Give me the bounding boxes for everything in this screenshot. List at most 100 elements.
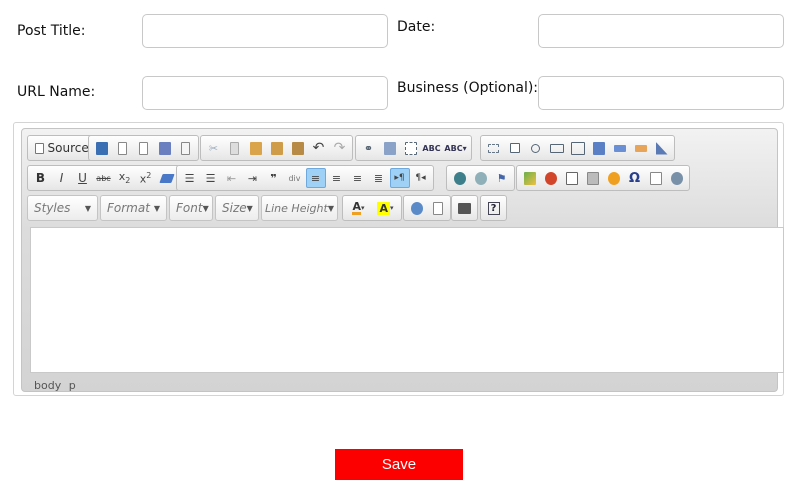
path-body[interactable]: body xyxy=(34,379,61,392)
bulleted-list-button[interactable]: ☰ xyxy=(201,168,221,188)
links-toolbar-group: ⚑ xyxy=(446,165,515,191)
align-center-button[interactable]: ≡ xyxy=(327,168,347,188)
line-height-combo[interactable]: Line Height ▼ xyxy=(261,195,338,221)
font-combo[interactable]: Font ▼ xyxy=(169,195,213,221)
iframe-button[interactable] xyxy=(667,168,687,188)
radio-button[interactable] xyxy=(526,138,546,158)
select-button[interactable] xyxy=(589,138,609,158)
url-name-input[interactable] xyxy=(142,76,388,110)
image-button[interactable] xyxy=(520,168,540,188)
file-toolbar-group xyxy=(88,135,199,161)
size-combo[interactable]: Size ▼ xyxy=(215,195,259,221)
ltr-button[interactable]: ▸¶ xyxy=(389,168,410,188)
editor-content-area[interactable] xyxy=(30,227,784,373)
align-right-button[interactable]: ≡ xyxy=(348,168,368,188)
select-all-button[interactable] xyxy=(401,138,421,158)
show-blocks-button[interactable] xyxy=(428,198,448,218)
superscript-button[interactable]: x2 xyxy=(136,168,156,188)
align-left-button[interactable]: ≡ xyxy=(305,168,326,188)
path-p[interactable]: p xyxy=(69,379,76,392)
smiley-button[interactable] xyxy=(604,168,624,188)
numbered-list-button[interactable]: ☰ xyxy=(180,168,200,188)
doc-props-button[interactable] xyxy=(455,198,475,218)
styles-combo-label: Styles xyxy=(34,201,71,215)
preview-button[interactable] xyxy=(134,138,154,158)
undo-button[interactable]: ↶ xyxy=(309,138,329,158)
table-button[interactable] xyxy=(562,168,582,188)
save-button[interactable]: Save xyxy=(335,449,463,480)
scayt-button[interactable]: ABC▾ xyxy=(443,138,469,158)
paste-button[interactable] xyxy=(246,138,266,158)
special-char-button[interactable]: Ω xyxy=(625,168,645,188)
horizontal-rule-button[interactable] xyxy=(583,168,603,188)
textarea-button[interactable] xyxy=(568,138,588,158)
rtl-button[interactable]: ¶◂ xyxy=(411,168,431,188)
hiddenfield-icon xyxy=(655,141,668,155)
button-button[interactable] xyxy=(610,138,630,158)
creatediv-button[interactable]: div xyxy=(285,168,305,188)
underline-button[interactable]: U xyxy=(73,168,93,188)
redo-button[interactable]: ↷ xyxy=(330,138,350,158)
image-icon xyxy=(523,171,536,185)
imagebutton-button[interactable] xyxy=(631,138,651,158)
bg-color-button[interactable]: A ▾ xyxy=(373,198,399,218)
textfield-button[interactable] xyxy=(547,138,567,158)
text-color-button[interactable]: A ▾ xyxy=(346,198,372,218)
styles-combo[interactable]: Styles ▼ xyxy=(27,195,98,221)
undo-icon: ↶ xyxy=(312,140,325,156)
italic-button[interactable]: I xyxy=(52,168,72,188)
paste-text-button[interactable] xyxy=(267,138,287,158)
bold-icon: B xyxy=(35,171,46,185)
templates-button[interactable] xyxy=(176,138,196,158)
anchor-button[interactable]: ⚑ xyxy=(492,168,512,188)
hiddenfield-button[interactable] xyxy=(652,138,672,158)
justify-button[interactable]: ≣ xyxy=(369,168,389,188)
creatediv-icon: div xyxy=(288,173,301,183)
imagebutton-icon xyxy=(634,144,647,152)
justify-icon: ≣ xyxy=(373,171,384,185)
table-icon xyxy=(565,171,578,185)
outdent-button[interactable]: ⇤ xyxy=(222,168,242,188)
subscript-button[interactable]: x2 xyxy=(115,168,135,188)
replace-button[interactable] xyxy=(380,138,400,158)
unlink-button[interactable] xyxy=(471,168,491,188)
strike-icon: abc xyxy=(96,173,111,183)
checkbox-button[interactable] xyxy=(505,138,525,158)
pagebreak-icon xyxy=(649,171,662,185)
print-button[interactable] xyxy=(155,138,175,158)
italic-icon: I xyxy=(59,171,64,185)
bold-button[interactable]: B xyxy=(31,168,51,188)
format-combo[interactable]: Format ▼ xyxy=(100,195,167,221)
find-button[interactable]: ⚭ xyxy=(359,138,379,158)
link-button[interactable] xyxy=(450,168,470,188)
paragraph-toolbar-group: ☰ ☰ ⇤ ⇥ ❞ div ≡ ≡ ≡ ≣ ▸¶ ¶◂ xyxy=(176,165,434,191)
new-page-button[interactable] xyxy=(113,138,133,158)
basicstyles-toolbar-group: B I U abc x2 x2 xyxy=(27,165,180,191)
post-title-input[interactable] xyxy=(142,14,388,48)
bg-color-icon: A xyxy=(377,201,390,215)
select-all-icon xyxy=(404,141,417,155)
about-button[interactable]: ? xyxy=(484,198,504,218)
business-input[interactable] xyxy=(538,76,784,110)
flash-button[interactable] xyxy=(541,168,561,188)
pagebreak-button[interactable] xyxy=(646,168,666,188)
horizontal-rule-icon xyxy=(586,171,599,185)
cut-button[interactable]: ✂ xyxy=(204,138,224,158)
select-icon xyxy=(592,141,605,155)
source-button[interactable]: Source xyxy=(31,138,93,158)
spellcheck-button[interactable]: ABC xyxy=(422,138,442,158)
remove-format-button[interactable] xyxy=(157,168,177,188)
chevron-down-icon: ▼ xyxy=(84,203,91,213)
date-input[interactable] xyxy=(538,14,784,48)
print-icon xyxy=(158,141,171,155)
form-button[interactable] xyxy=(484,138,504,158)
maximize-button[interactable] xyxy=(407,198,427,218)
paste-word-button[interactable] xyxy=(288,138,308,158)
save-doc-button[interactable] xyxy=(92,138,112,158)
blockquote-button[interactable]: ❞ xyxy=(264,168,284,188)
copy-button[interactable] xyxy=(225,138,245,158)
button-icon xyxy=(613,144,626,152)
strike-button[interactable]: abc xyxy=(94,168,114,188)
textfield-icon xyxy=(549,143,564,153)
indent-button[interactable]: ⇥ xyxy=(243,168,263,188)
